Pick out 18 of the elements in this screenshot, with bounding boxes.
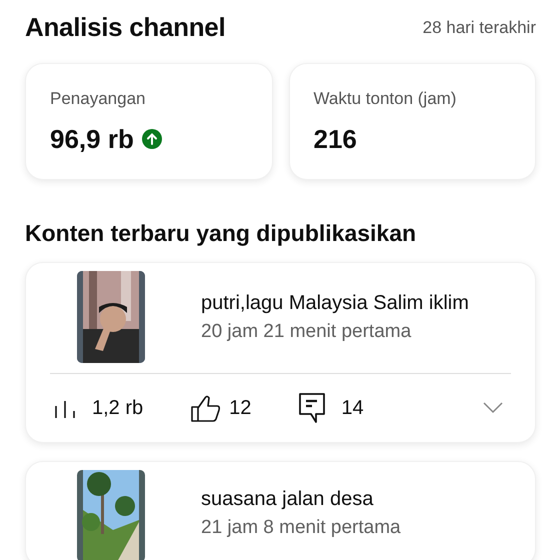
stat-label: Penayangan — [50, 88, 146, 110]
view-count: 1,2 rb — [92, 396, 144, 421]
period-label: 28 hari terakhir — [422, 16, 536, 39]
video-subtitle: 21 jam 8 menit pertama — [201, 516, 401, 540]
bar-chart-icon — [54, 398, 76, 418]
comment-count: 14 — [341, 396, 364, 421]
stat-value: 96,9 rb — [50, 122, 134, 156]
section-title: Konten terbaru yang dipublikasikan — [25, 218, 418, 248]
stat-label: Waktu tonton (jam) — [314, 88, 458, 110]
video-title: putri,lagu Malaysia Salim iklim — [201, 290, 469, 316]
chevron-down-icon[interactable] — [483, 402, 503, 414]
thumbs-up-icon — [191, 394, 222, 422]
video-title: suasana jalan desa — [201, 487, 374, 512]
like-count: 12 — [229, 396, 252, 421]
video-subtitle: 20 jam 21 menit pertama — [201, 320, 412, 344]
comment-icon — [299, 393, 326, 423]
page-title: Analisis channel — [25, 11, 226, 44]
stat-value: 216 — [314, 122, 357, 156]
